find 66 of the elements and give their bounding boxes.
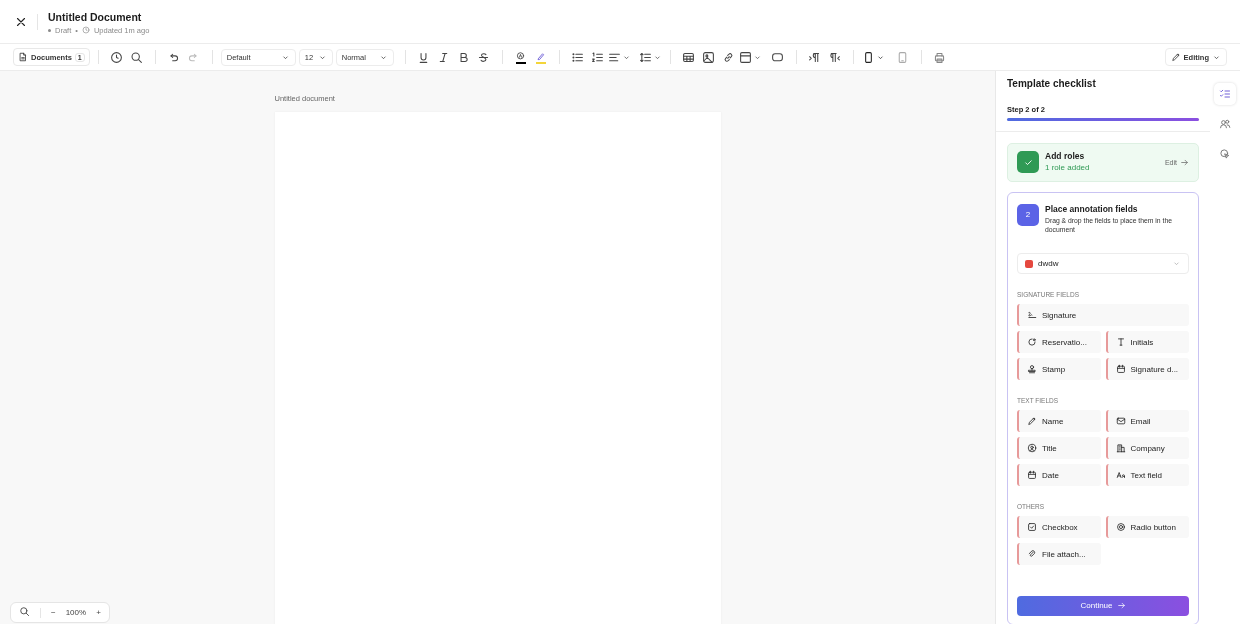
- role-select[interactable]: dwdw: [1017, 253, 1189, 275]
- envelope-icon: [1115, 416, 1126, 427]
- cursor-icon: [1219, 148, 1231, 160]
- field-item[interactable]: Name: [1017, 410, 1101, 433]
- field-item[interactable]: Stamp: [1017, 358, 1101, 381]
- arrow-icon: [1180, 157, 1189, 167]
- strikethrough-icon: [477, 50, 491, 64]
- field-item[interactable]: Company: [1105, 437, 1189, 460]
- arrow-icon: [1116, 601, 1126, 611]
- zoom-out-button[interactable]: −: [51, 608, 56, 617]
- stamp-icon: [1027, 364, 1037, 375]
- field-item[interactable]: Date: [1017, 464, 1101, 487]
- field-item[interactable]: Checkbox: [1017, 516, 1101, 539]
- calendar-icon: [1027, 470, 1037, 481]
- person-icon: [1027, 443, 1037, 454]
- field-item[interactable]: Email: [1105, 410, 1189, 433]
- text-size-icon: [1115, 470, 1126, 481]
- paperclip-icon: [1027, 549, 1037, 560]
- line-spacing-icon: [638, 50, 652, 64]
- pencil-icon: [1027, 416, 1037, 427]
- search-icon: [130, 50, 144, 64]
- rtl-paragraph-icon: [828, 50, 842, 64]
- field-item[interactable]: Signature: [1017, 304, 1189, 327]
- bold-icon: [457, 50, 471, 64]
- field-item[interactable]: Radio button: [1105, 516, 1189, 539]
- search-icon: [19, 606, 30, 617]
- history-icon: [110, 50, 124, 64]
- checklist-icon: [1219, 88, 1231, 100]
- bullet-list-icon: [571, 50, 585, 64]
- step-title: Place annotation fields: [1045, 203, 1139, 214]
- calendar-icon: [1115, 364, 1126, 375]
- radio-icon: [1115, 522, 1126, 533]
- zoom-level: 100%: [65, 608, 87, 617]
- image-icon: [702, 50, 716, 64]
- step-subtitle: 1 role added: [1045, 163, 1091, 174]
- panel-title: Template checklist: [1007, 78, 1097, 89]
- text-color-icon: [515, 50, 527, 62]
- highlighter-icon: [535, 50, 547, 62]
- zoom-search-button[interactable]: [19, 606, 30, 619]
- comment-icon: [771, 50, 785, 64]
- layout-icon: [738, 50, 752, 64]
- step-title: Add roles: [1045, 151, 1086, 161]
- field-item[interactable]: File attach...: [1017, 543, 1101, 566]
- clock-icon: [81, 26, 90, 34]
- field-item[interactable]: Text field: [1105, 464, 1189, 487]
- table-icon: [682, 50, 696, 64]
- link-icon: [722, 50, 736, 64]
- stopwatch-icon: [1027, 337, 1037, 348]
- signature-icon: [1027, 310, 1037, 321]
- field-item[interactable]: Reservatio...: [1017, 331, 1101, 354]
- users-icon: [1219, 118, 1231, 130]
- document-icon: [18, 52, 28, 62]
- checkbox-icon: [1027, 522, 1037, 533]
- continue-button[interactable]: Continue: [1017, 595, 1189, 616]
- building-icon: [1115, 443, 1126, 454]
- print-icon: [933, 50, 947, 64]
- ltr-paragraph-icon: [808, 50, 822, 64]
- zoom-in-button[interactable]: +: [96, 608, 101, 617]
- document-title: Untitled Document: [48, 10, 143, 23]
- numbered-list-icon: [591, 50, 605, 64]
- field-item[interactable]: Initials: [1105, 331, 1189, 354]
- checklist-tab[interactable]: [1214, 83, 1236, 105]
- step-number: 2: [1017, 203, 1039, 226]
- field-item[interactable]: Title: [1017, 437, 1101, 460]
- field-item[interactable]: Signature d...: [1105, 358, 1189, 381]
- pencil-icon: [1170, 52, 1181, 62]
